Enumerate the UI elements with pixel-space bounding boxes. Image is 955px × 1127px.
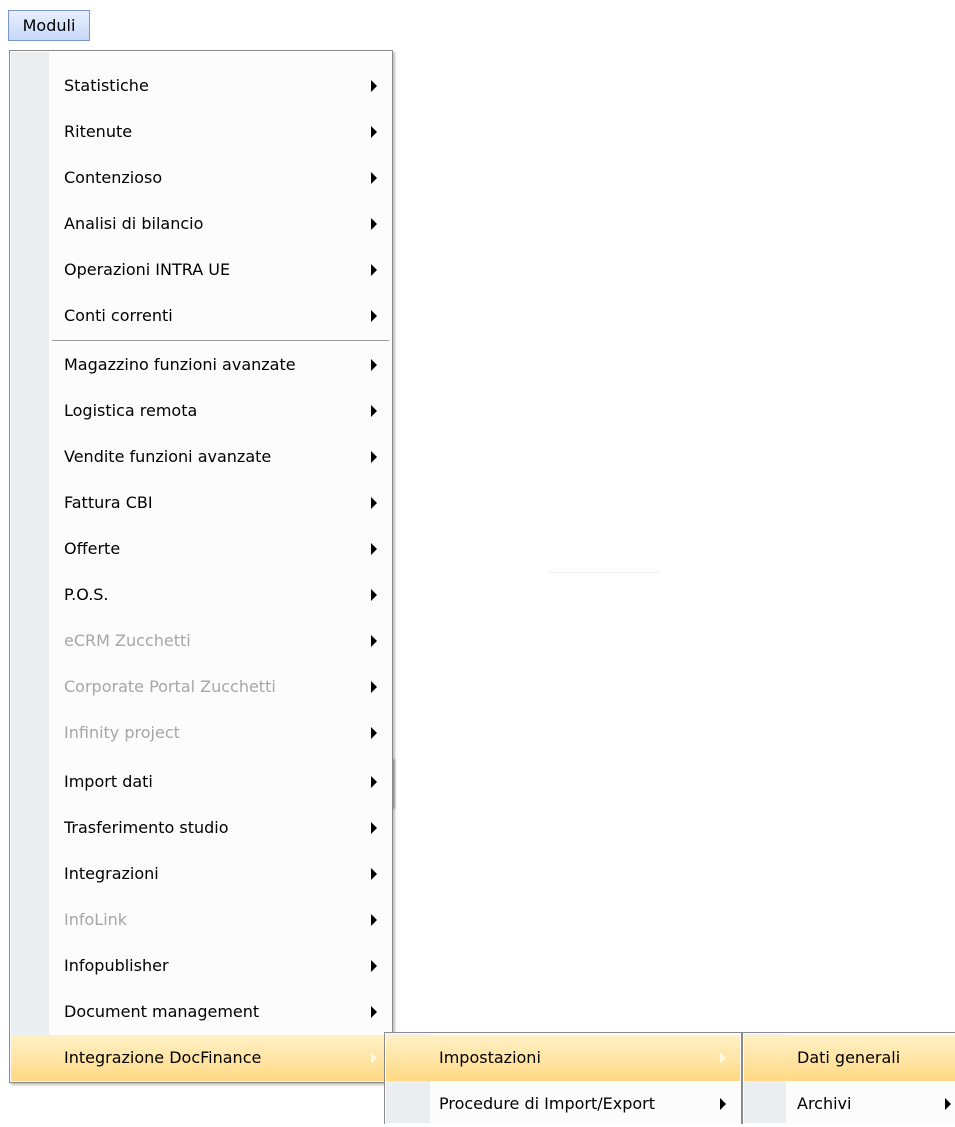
submenu-arrow-icon: [720, 1052, 726, 1064]
menu-item-label: Statistiche: [64, 76, 149, 95]
docfinance-submenu: Impostazioni Procedure di Import/Export: [384, 1032, 742, 1124]
submenu-arrow-icon: [371, 126, 377, 138]
submenu-arrow-icon: [371, 497, 377, 509]
submenu-arrow-icon: [371, 359, 377, 371]
moduli-menu: Statistiche Ritenute Contenzioso Analisi…: [9, 50, 393, 807]
menu-item-archivi[interactable]: Archivi: [744, 1081, 955, 1127]
menu-item-offerte[interactable]: Offerte: [11, 526, 391, 572]
submenu-arrow-icon: [371, 1006, 377, 1018]
menu-item-trasferimento-studio[interactable]: Trasferimento studio: [11, 805, 391, 851]
menu-item-contenzioso[interactable]: Contenzioso: [11, 155, 391, 201]
menu-item-infolink: InfoLink: [11, 897, 391, 943]
submenu-arrow-icon: [371, 960, 377, 972]
menu-item-label: Archivi: [797, 1094, 852, 1113]
menu-item-label: Document management: [64, 1002, 260, 1021]
menu-item-label: Contenzioso: [64, 168, 163, 187]
menu-item-impostazioni[interactable]: Impostazioni: [386, 1035, 740, 1081]
menu-item-label: Integrazione DocFinance: [64, 1048, 262, 1067]
menu-item-document-management[interactable]: Document management: [11, 989, 391, 1035]
submenu-arrow-icon: [371, 914, 377, 926]
menu-item-label: Magazzino funzioni avanzate: [64, 355, 296, 374]
menu-item-logistica-remota[interactable]: Logistica remota: [11, 388, 391, 434]
submenu-arrow-icon: [371, 451, 377, 463]
menu-item-label: eCRM Zucchetti: [64, 631, 191, 650]
menu-item-label: P.O.S.: [64, 585, 109, 604]
menu-item-import-dati[interactable]: Import dati: [11, 759, 391, 805]
submenu-arrow-icon: [371, 1052, 377, 1064]
menu-item-label: InfoLink: [64, 910, 128, 929]
menu-item-label: Conti correnti: [64, 306, 173, 325]
menu-item-dati-generali[interactable]: Dati generali: [744, 1035, 955, 1081]
submenu-arrow-icon: [720, 1098, 726, 1110]
submenu-arrow-icon: [371, 543, 377, 555]
submenu-arrow-icon: [371, 776, 377, 788]
submenu-arrow-icon: [371, 310, 377, 322]
menu-item-label: Offerte: [64, 539, 121, 558]
menu-item-label: Infopublisher: [64, 956, 169, 975]
menu-item-label: Operazioni INTRA UE: [64, 260, 231, 279]
divider: [548, 572, 660, 573]
menu-item-integrazioni[interactable]: Integrazioni: [11, 851, 391, 897]
menu-item-ritenute[interactable]: Ritenute: [11, 109, 391, 155]
menu-item-label: Integrazioni: [64, 864, 159, 883]
submenu-arrow-icon: [371, 80, 377, 92]
menu-item-magazzino-funzioni-avanzate[interactable]: Magazzino funzioni avanzate: [11, 342, 391, 388]
menu-item-label: Procedure di Import/Export: [439, 1094, 656, 1113]
submenu-arrow-icon: [371, 727, 377, 739]
submenu-arrow-icon: [371, 218, 377, 230]
submenu-arrow-icon: [945, 1098, 951, 1110]
moduli-menu-lower: Import dati Trasferimento studio Integra…: [9, 757, 393, 1083]
menu-item-label: Corporate Portal Zucchetti: [64, 677, 276, 696]
impostazioni-submenu: Dati generali Archivi: [742, 1032, 955, 1124]
menu-item-label: Fattura CBI: [64, 493, 153, 512]
submenu-arrow-icon: [371, 405, 377, 417]
menu-item-procedure-import-export[interactable]: Procedure di Import/Export: [386, 1081, 740, 1127]
menu-item-label: Logistica remota: [64, 401, 198, 420]
menu-item-integrazione-docfinance[interactable]: Integrazione DocFinance: [11, 1035, 391, 1081]
menu-item-ecrm-zucchetti: eCRM Zucchetti: [11, 618, 391, 664]
menu-item-operazioni-intra-ue[interactable]: Operazioni INTRA UE: [11, 247, 391, 293]
menu-item-label: Vendite funzioni avanzate: [64, 447, 272, 466]
menu-item-label: Infinity project: [64, 723, 180, 742]
submenu-arrow-icon: [371, 172, 377, 184]
menu-item-vendite-funzioni-avanzate[interactable]: Vendite funzioni avanzate: [11, 434, 391, 480]
menu-item-infopublisher[interactable]: Infopublisher: [11, 943, 391, 989]
submenu-arrow-icon: [371, 681, 377, 693]
menu-item-analisi-di-bilancio[interactable]: Analisi di bilancio: [11, 201, 391, 247]
submenu-arrow-icon: [371, 635, 377, 647]
menu-item-conti-correnti[interactable]: Conti correnti: [11, 293, 391, 339]
submenu-arrow-icon: [371, 868, 377, 880]
menu-item-statistiche[interactable]: Statistiche: [11, 63, 391, 109]
submenu-arrow-icon: [371, 822, 377, 834]
menu-item-label: Analisi di bilancio: [64, 214, 204, 233]
menu-item-label: Trasferimento studio: [64, 818, 229, 837]
menu-item-label: Dati generali: [797, 1048, 901, 1067]
menu-item-pos[interactable]: P.O.S.: [11, 572, 391, 618]
menu-item-label: Ritenute: [64, 122, 133, 141]
menu-item-corporate-portal-zucchetti: Corporate Portal Zucchetti: [11, 664, 391, 710]
menu-moduli[interactable]: Moduli: [8, 10, 90, 41]
submenu-arrow-icon: [371, 264, 377, 276]
menu-item-label: Import dati: [64, 772, 153, 791]
menu-item-label: Impostazioni: [439, 1048, 541, 1067]
menu-item-infinity-project: Infinity project: [11, 710, 391, 756]
submenu-arrow-icon: [371, 589, 377, 601]
menu-item-fattura-cbi[interactable]: Fattura CBI: [11, 480, 391, 526]
